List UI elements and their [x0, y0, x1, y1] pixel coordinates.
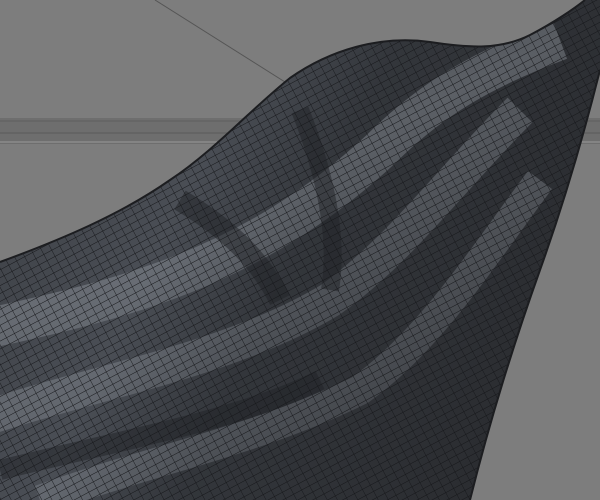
viewport-canvas[interactable] — [0, 0, 600, 500]
3d-viewport[interactable] — [0, 0, 600, 500]
